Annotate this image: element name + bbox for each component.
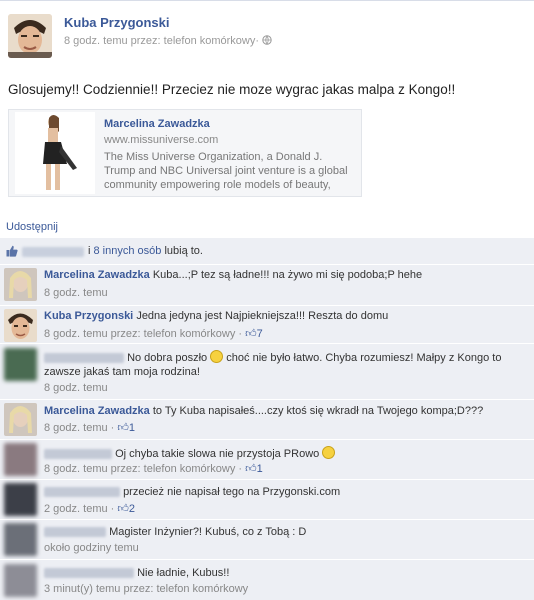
comment-body: Oj chyba takie slowa nie przystoja PRowo	[115, 448, 320, 460]
comment-text-line: Oj chyba takie slowa nie przystoja PRowo	[44, 446, 336, 460]
comment-text-line-2: zawsze jakaś tam moja rodzina!	[44, 366, 200, 378]
comment-avatar-blurred[interactable]	[4, 564, 37, 597]
comment-author-blurred[interactable]	[44, 568, 134, 579]
divider	[0, 479, 534, 480]
share-link[interactable]: Udostępnij	[6, 221, 58, 233]
comment-like-count[interactable]: 7	[257, 328, 263, 340]
link-description: The Miss Universe Organization, a Donald…	[104, 151, 348, 191]
comment-body-cont: choć nie było łatwo. Chyba rozumiesz! Ma…	[226, 352, 502, 364]
comment-avatar-blurred[interactable]	[4, 348, 37, 381]
smiley-icon	[322, 446, 336, 459]
comment-timestamp[interactable]: 3 minut(y) temu przez: telefon komórkowy	[44, 583, 248, 595]
comment-text-line: przecież nie napisał tego na Przygonski.…	[44, 486, 340, 498]
comment-meta: 8 godz. temu przez: telefon komórkowy · …	[44, 327, 263, 340]
comment-body: Nie ładnie, Kubus!!	[137, 567, 230, 579]
divider	[0, 343, 534, 344]
comment-timestamp[interactable]: 8 godz. temu ·	[44, 422, 114, 434]
facebook-post: Kuba Przygonski 8 godz. temu przez: tele…	[0, 0, 534, 600]
divider	[0, 305, 534, 306]
comment-timestamp[interactable]: około godziny temu	[44, 542, 139, 554]
comment-avatar[interactable]	[4, 268, 37, 301]
comment-body: Kuba...;P tez są ładne!!! na żywo mi się…	[152, 269, 423, 281]
comment-avatar-blurred[interactable]	[4, 443, 37, 476]
comment-author[interactable]: Kuba Przygonski	[44, 310, 133, 322]
comment-timestamp[interactable]: 8 godz. temu przez: telefon komórkowy ·	[44, 328, 242, 340]
comment-text-line: Kuba Przygonski Jedna jedyna jest Najpie…	[44, 310, 388, 322]
globe-icon	[262, 35, 272, 47]
comment-like-icon[interactable]: 👍︎	[245, 463, 257, 475]
comment-meta: 2 godz. temu · 👍︎2	[44, 502, 135, 515]
comment-timestamp[interactable]: 8 godz. temu przez: telefon komórkowy ·	[44, 463, 242, 475]
smiley-icon	[210, 350, 224, 363]
comment-author-blurred[interactable]	[44, 353, 124, 364]
comment-like-icon[interactable]: 👍︎	[117, 422, 129, 434]
comment-author-blurred[interactable]	[44, 449, 112, 460]
liker-name-blurred[interactable]	[22, 247, 84, 257]
comment-author-blurred[interactable]	[44, 487, 120, 498]
meta-separator: ·	[255, 35, 260, 47]
link-preview[interactable]: Marcelina Zawadzka www.missuniverse.com …	[8, 109, 362, 197]
divider	[0, 519, 534, 520]
post-timestamp[interactable]: 8 godz. temu przez: telefon komórkowy	[64, 35, 255, 47]
comment-like-icon[interactable]: 👍︎	[117, 503, 129, 515]
link-title[interactable]: Marcelina Zawadzka	[104, 118, 210, 130]
divider	[0, 399, 534, 400]
comment-body: Magister Inżynier?! Kubuś, co z Tobą : D	[109, 526, 307, 538]
likes-others-link[interactable]: 8 innych osób	[94, 245, 162, 257]
comment-avatar-blurred[interactable]	[4, 523, 37, 556]
link-url: www.missuniverse.com	[104, 134, 219, 146]
divider	[0, 264, 534, 265]
divider	[0, 439, 534, 440]
post-status-text: Glosujemy!! Codziennie!! Przeciez nie mo…	[8, 82, 456, 97]
likes-suffix: lubią to.	[164, 245, 203, 257]
comment-like-count[interactable]: 2	[129, 503, 135, 515]
comment-text-line: Nie ładnie, Kubus!!	[44, 567, 229, 579]
post-meta: 8 godz. temu przez: telefon komórkowy·	[64, 35, 272, 47]
comment-author[interactable]: Marcelina Zawadzka	[44, 405, 150, 417]
comment-text-line: Marcelina Zawadzka to Ty Kuba napisałeś.…	[44, 405, 483, 417]
comment-like-count[interactable]: 1	[257, 463, 263, 475]
comment-text-line: Marcelina Zawadzka Kuba...;P tez są ładn…	[44, 269, 422, 281]
author-avatar[interactable]	[8, 14, 52, 58]
comment-author[interactable]: Marcelina Zawadzka	[44, 269, 150, 281]
comment-text-line: Magister Inżynier?! Kubuś, co z Tobą : D	[44, 526, 306, 538]
comment-meta: 8 godz. temu · 👍︎1	[44, 421, 135, 434]
comment-body: No dobra poszło	[127, 352, 208, 364]
comment-body: to Ty Kuba napisałeś....czy ktoś się wkr…	[152, 405, 484, 417]
comment-meta: 8 godz. temu przez: telefon komórkowy · …	[44, 462, 263, 475]
comment-like-icon[interactable]: 👍︎	[245, 328, 257, 340]
post-author-name[interactable]: Kuba Przygonski	[64, 15, 169, 30]
comment-like-count[interactable]: 1	[129, 422, 135, 434]
comment-body: Jedna jedyna jest Najpiekniejsza!!! Resz…	[136, 310, 389, 322]
comment-avatar-blurred[interactable]	[4, 483, 37, 516]
divider	[0, 559, 534, 560]
likes-row: i 8 innych osób lubią to.	[0, 240, 534, 264]
likes-summary: i 8 innych osób lubią to.	[88, 245, 203, 257]
top-border	[0, 0, 534, 1]
comment-timestamp[interactable]: 8 godz. temu	[44, 382, 108, 394]
link-thumbnail[interactable]	[15, 112, 95, 194]
comment-body: przecież nie napisał tego na Przygonski.…	[123, 486, 341, 498]
comment-timestamp[interactable]: 8 godz. temu	[44, 287, 108, 299]
comment-author-blurred[interactable]	[44, 527, 106, 538]
thumbs-up-icon	[6, 245, 18, 257]
comment-avatar[interactable]	[4, 309, 37, 342]
comment-avatar[interactable]	[4, 403, 37, 436]
comment-text-line: No dobra poszło choć nie było łatwo. Chy…	[44, 350, 501, 364]
comment-timestamp[interactable]: 2 godz. temu ·	[44, 503, 114, 515]
